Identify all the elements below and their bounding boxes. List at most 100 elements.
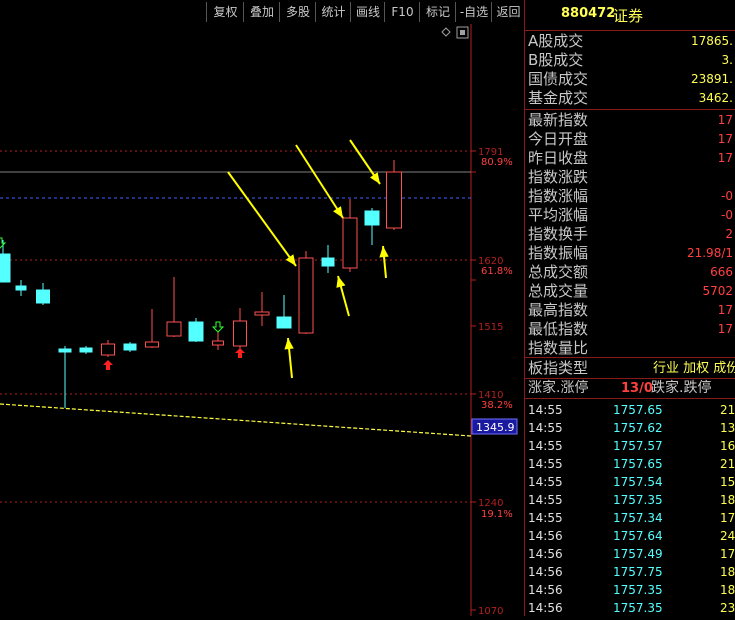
tick-time: 14:56 xyxy=(528,547,563,561)
tick-vol: 18 xyxy=(720,565,735,579)
tick-time: 14:55 xyxy=(528,493,563,507)
tick-time: 14:55 xyxy=(528,439,563,453)
candle-body xyxy=(123,343,137,351)
quote-row-label: 指数涨跌 xyxy=(528,168,589,186)
toolbar-button[interactable]: 叠加 xyxy=(243,2,280,22)
quote-row: 最高指数 17 xyxy=(528,301,733,320)
quote-row: 最低指数 17 xyxy=(528,320,733,339)
quote-row-value: 3462. xyxy=(698,91,733,105)
toolbar-button[interactable]: 返回 xyxy=(491,2,525,22)
quote-row-label: 国债成交 xyxy=(528,70,589,88)
quote-row-value: 17 xyxy=(717,132,733,146)
tick-time: 14:55 xyxy=(528,421,563,435)
candle-body xyxy=(145,341,159,348)
quote-row: 基金成交 3462. xyxy=(528,89,733,108)
quote-row: 平均涨幅 -0 xyxy=(528,206,733,225)
panel-separator xyxy=(525,30,735,31)
price-axis-label: 80.9% xyxy=(481,157,513,168)
quote-row: B股成交 3. xyxy=(528,51,733,70)
quote-row-value: 666 xyxy=(710,265,733,279)
tick-vol: 18 xyxy=(720,583,735,597)
fall-label: 跌家.跌停 xyxy=(651,380,712,396)
toolbar-button[interactable]: F10 xyxy=(384,2,420,22)
trend-line xyxy=(0,403,472,437)
quote-row-label: 指数振幅 xyxy=(528,244,589,262)
candle-body xyxy=(36,289,50,304)
price-axis-label: 38.2% xyxy=(481,400,513,411)
tick-time: 14:56 xyxy=(528,565,563,579)
tick-vol: 16 xyxy=(720,439,735,453)
tick-row: 14:55 1757.35 18 xyxy=(525,491,735,509)
current-price-label: 1345.9 xyxy=(476,421,515,434)
tick-price: 1757.35 xyxy=(613,583,663,597)
tick-time: 14:55 xyxy=(528,403,563,417)
quote-row: 指数量比 xyxy=(528,339,733,358)
quote-row-value: 21.98/1 xyxy=(686,246,733,260)
tick-price: 1757.62 xyxy=(613,421,663,435)
quote-row-value: 5702 xyxy=(702,284,733,298)
kline-chart-area[interactable]: 1791 80.9% 1620 61.8% 1515 1410 38.2% 1345.9 124… xyxy=(0,24,524,617)
annotation-arrowhead xyxy=(285,254,296,266)
tick-vol: 17 xyxy=(720,511,735,525)
toolbar-button[interactable]: 画线 xyxy=(350,2,385,22)
price-axis-label: 61.8% xyxy=(481,266,513,277)
quote-row-label: 最新指数 xyxy=(528,111,589,129)
toolbar-button[interactable]: 统计 xyxy=(315,2,351,22)
board-type-row: 板指类型 xyxy=(528,359,588,378)
quote-row-label: 平均涨幅 xyxy=(528,206,589,224)
tick-price: 1757.65 xyxy=(613,457,663,471)
candle-body xyxy=(342,217,358,269)
tick-price: 1757.34 xyxy=(613,511,663,525)
tick-price: 1757.64 xyxy=(613,529,663,543)
board-type-value[interactable]: 行业 加权 成份 xyxy=(653,359,735,378)
quote-row-value: 2 xyxy=(725,227,733,241)
tick-row: 14:56 1757.75 18 xyxy=(525,563,735,581)
toolbar-button[interactable]: 标记 xyxy=(419,2,456,22)
candle-body xyxy=(101,343,115,356)
quote-row-label: 最低指数 xyxy=(528,320,589,338)
quote-row-value: 23891. xyxy=(691,72,733,86)
quote-row: 指数换手 2 xyxy=(528,225,733,244)
tick-row: 14:55 1757.65 21 xyxy=(525,401,735,419)
price-axis-label: 1515 xyxy=(478,322,503,333)
index-name: 证券 xyxy=(613,7,644,25)
kline-chart[interactable]: 179180.9%162061.8%1515141038.2%1345.9124… xyxy=(0,24,524,617)
window-icon xyxy=(460,30,465,35)
quote-row-label: 昨日收盘 xyxy=(528,149,589,167)
candle-body xyxy=(254,311,270,316)
tick-row: 14:55 1757.54 15 xyxy=(525,473,735,491)
quote-row-label: 基金成交 xyxy=(528,89,589,107)
candle-body xyxy=(58,348,72,353)
quote-row-value: -0 xyxy=(721,208,733,222)
down-arrow-marker xyxy=(211,321,225,333)
rise-label: 涨家.涨停 xyxy=(528,380,589,396)
annotation-arrowhead xyxy=(336,276,346,288)
quote-row-label: 今日开盘 xyxy=(528,130,589,148)
quote-row-value: 17 xyxy=(717,303,733,317)
candle-body xyxy=(0,253,11,283)
panel-separator xyxy=(525,398,735,399)
tick-vol: 24 xyxy=(720,529,735,543)
quote-row-label: 指数涨幅 xyxy=(528,187,589,205)
quote-row: 国债成交 23891. xyxy=(528,70,733,89)
quote-row-label: A股成交 xyxy=(528,32,584,50)
quote-row-label: 指数量比 xyxy=(528,339,589,357)
candle-body xyxy=(298,257,314,334)
quote-row: 昨日收盘 17 xyxy=(528,149,733,168)
tick-row: 14:56 1757.64 24 xyxy=(525,527,735,545)
toolbar-button[interactable]: -自选 xyxy=(455,2,492,22)
tick-vol: 18 xyxy=(720,493,735,507)
candle-body xyxy=(212,340,224,346)
quote-row-value: 17 xyxy=(717,322,733,336)
quote-row: 指数涨幅 -0 xyxy=(528,187,733,206)
annotation-arrowhead xyxy=(333,206,343,218)
candle-body xyxy=(188,321,204,342)
rise-fall-row: 涨家.涨停 13/0 跌家.跌停 xyxy=(525,379,735,398)
toolbar-button[interactable]: 多股 xyxy=(279,2,316,22)
annotation-arrow xyxy=(227,171,297,267)
toolbar-button[interactable]: 复权 xyxy=(206,2,244,22)
panel-header: 880472 证券 xyxy=(525,0,735,30)
tick-price: 1757.75 xyxy=(613,565,663,579)
quote-row: 总成交量 5702 xyxy=(528,282,733,301)
candle-body xyxy=(276,316,292,329)
